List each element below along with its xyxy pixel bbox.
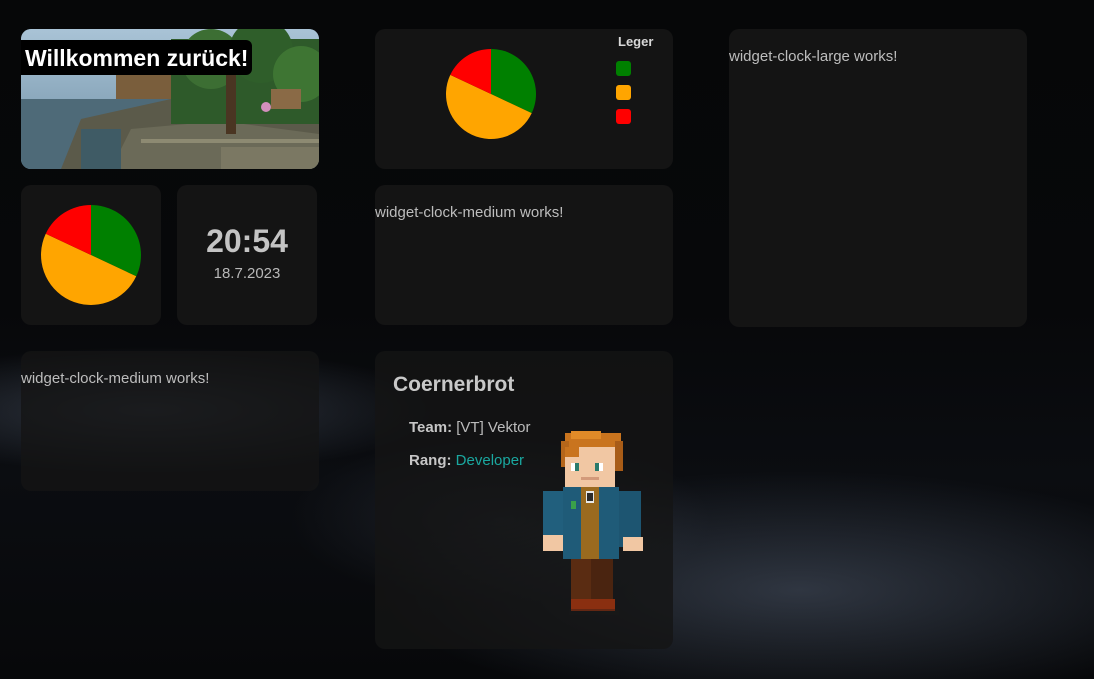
pie-chart-widget-small bbox=[21, 185, 161, 325]
pie-chart-widget-medium: Leger bbox=[375, 29, 673, 169]
player-profile-widget: Coernerbrot Team: [VT] Vektor Rang: Deve… bbox=[375, 351, 673, 649]
clock-widget-large: widget-clock-large works! bbox=[729, 29, 1027, 327]
player-name: Coernerbrot bbox=[393, 373, 515, 396]
legend-title: Leger bbox=[618, 34, 654, 49]
team-label: Team: bbox=[409, 419, 453, 436]
widget-placeholder-text: widget-clock-large works! bbox=[729, 48, 898, 65]
clock-widget-medium: widget-clock-medium works! bbox=[21, 351, 319, 491]
clock-time: 20:54 bbox=[206, 223, 288, 259]
pie-chart bbox=[41, 205, 141, 305]
widget-placeholder-text: widget-clock-medium works! bbox=[375, 204, 564, 221]
team-row: Team: [VT] Vektor bbox=[409, 419, 530, 436]
player-skin-image bbox=[543, 431, 643, 615]
rank-label: Rang: bbox=[409, 452, 452, 469]
legend-swatch-orange bbox=[616, 85, 631, 100]
clock-widget-medium: widget-clock-medium works! bbox=[375, 185, 673, 325]
clock-date: 18.7.2023 bbox=[213, 265, 281, 282]
legend-swatch-red bbox=[616, 109, 631, 124]
legend-swatch-green bbox=[616, 61, 631, 76]
rank-row: Rang: Developer bbox=[409, 452, 524, 469]
welcome-title: Willkommen zurück! bbox=[21, 40, 253, 75]
rank-value: Developer bbox=[455, 452, 525, 469]
widget-placeholder-text: widget-clock-medium works! bbox=[21, 370, 210, 387]
clock-widget-small: 20:54 18.7.2023 bbox=[177, 185, 317, 325]
team-value: [VT] Vektor bbox=[456, 419, 531, 436]
pie-chart bbox=[446, 49, 536, 139]
